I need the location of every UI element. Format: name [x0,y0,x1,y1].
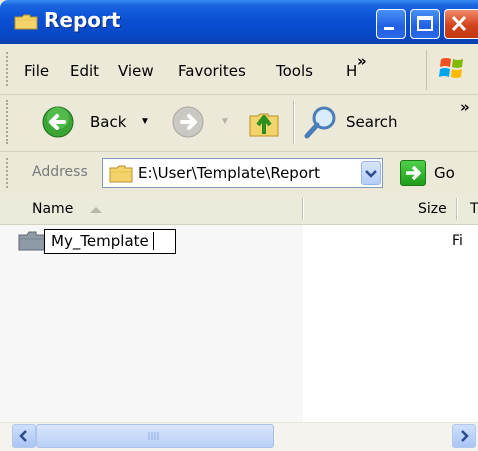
maximize-icon [417,16,433,31]
folder-up-icon[interactable] [246,104,282,140]
chevron-down-icon [365,170,377,178]
column-size-header[interactable]: Size [418,201,447,217]
menu-favorites[interactable]: Favorites [178,62,246,80]
rename-input-text[interactable]: My_Template [51,232,149,250]
toolbar-overflow-chevron[interactable]: » [460,98,470,116]
row-type-cell: Fi [452,233,463,249]
menubar-separator [426,50,427,90]
toolbar-grip[interactable] [6,100,10,144]
chevron-right-icon [461,430,469,442]
forward-dropdown-arrow[interactable]: ▼ [220,116,230,127]
minimize-icon [384,27,394,30]
menu-file[interactable]: File [24,62,49,80]
back-label[interactable]: Back [90,113,126,131]
chevron-left-icon [19,430,27,442]
sort-ascending-icon [90,207,102,213]
search-label[interactable]: Search [346,113,398,131]
forward-arrow-icon[interactable] [170,104,206,140]
scroll-left-button[interactable] [12,424,36,448]
menu-view[interactable]: View [118,62,154,80]
menu-tools[interactable]: Tools [276,62,313,80]
address-input[interactable]: E:\User\Template\Report [138,164,320,182]
folder-icon [109,165,133,183]
menu-edit[interactable]: Edit [70,62,99,80]
text-caret [153,232,154,250]
search-icon[interactable] [302,104,342,140]
column-divider[interactable] [456,198,458,220]
maximize-button[interactable] [410,9,440,39]
column-divider[interactable] [302,198,304,220]
go-arrow-icon [406,165,421,181]
explorer-window: Report File Edit View Favorites Tools H … [0,0,478,451]
go-button[interactable] [400,160,426,186]
toolbar-separator [293,100,295,144]
menubar-overflow-chevron[interactable]: » [357,52,367,70]
folder-icon [18,231,46,251]
minimize-button[interactable] [376,9,406,39]
close-button[interactable] [444,9,478,39]
go-label[interactable]: Go [434,164,455,182]
scrollbar-grip-icon [148,432,159,440]
scroll-right-button[interactable] [452,424,476,448]
back-arrow-icon [42,106,74,138]
folder-icon [14,14,38,30]
windows-logo-icon [439,58,463,78]
address-dropdown-button[interactable] [361,161,381,185]
sorted-column-shade [0,225,303,422]
addressbar-grip[interactable] [6,158,10,188]
back-dropdown-arrow[interactable]: ▼ [140,116,150,127]
close-icon [451,15,467,32]
menubar-grip[interactable] [6,52,10,86]
menu-help[interactable]: H [346,62,357,80]
window-title: Report [44,8,121,32]
column-name-header[interactable]: Name [32,201,73,217]
column-type-header[interactable]: T [470,201,478,217]
address-label: Address [32,164,88,180]
